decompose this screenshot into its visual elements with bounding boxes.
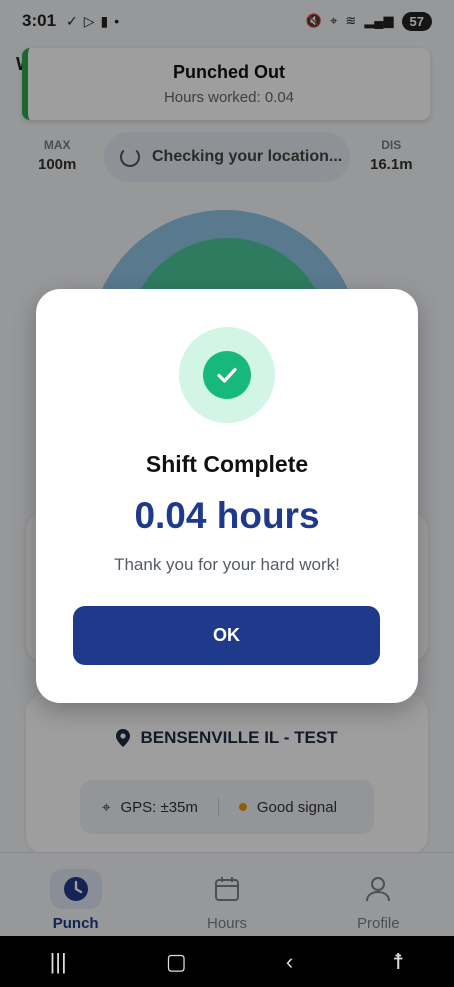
recent-apps-icon[interactable]: ||| bbox=[50, 949, 67, 975]
accessibility-icon[interactable]: ☨ bbox=[392, 949, 404, 975]
check-icon bbox=[203, 351, 251, 399]
success-badge bbox=[179, 327, 275, 423]
back-icon[interactable]: ‹ bbox=[286, 949, 293, 975]
ok-button[interactable]: OK bbox=[73, 606, 380, 665]
system-nav-bar: ||| ▢ ‹ ☨ bbox=[0, 936, 454, 987]
dialog-title: Shift Complete bbox=[145, 451, 309, 477]
shift-complete-dialog: Shift Complete 0.04 hours Thank you for … bbox=[36, 289, 418, 703]
home-icon[interactable]: ▢ bbox=[166, 949, 187, 975]
thank-you-message: Thank you for your hard work! bbox=[114, 555, 340, 574]
hours-worked: 0.04 hours bbox=[134, 495, 320, 536]
